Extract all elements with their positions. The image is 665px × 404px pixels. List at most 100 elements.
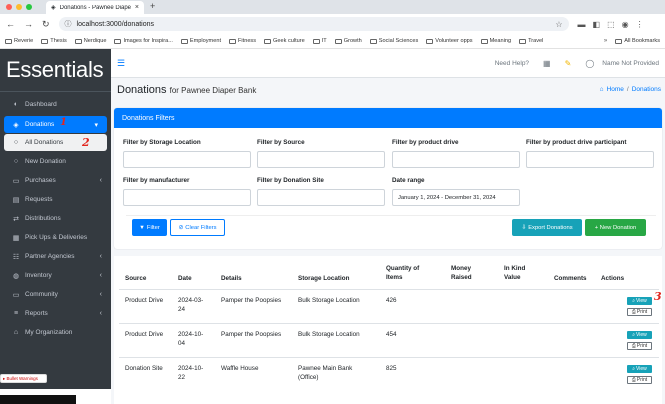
sidebar-item-purchases[interactable]: ▭ Purchases ‹ (0, 171, 111, 190)
user-avatar-icon[interactable]: ◯ (585, 59, 594, 68)
folder-icon (519, 38, 527, 44)
browser-menu-icon[interactable]: ⋮ (636, 20, 644, 29)
back-icon[interactable]: ← (6, 19, 15, 29)
sidebar-item-label: Partner Agencies (25, 253, 75, 260)
folder-icon (264, 38, 272, 44)
sidebar-item-new-donation[interactable]: ○ New Donation (0, 152, 111, 171)
view-button[interactable]: ⌕ View (627, 365, 652, 373)
address-bar-row: ← → ↻ ⓘ localhost:3000/donations ☆ ▬ ◧ ⬚… (0, 14, 665, 34)
folder-icon (5, 38, 12, 44)
sidebar-item-reports[interactable]: ≡ Reports ‹ (0, 304, 111, 323)
clear-filters-button[interactable]: ⊘ Clear Filters (170, 219, 225, 236)
bookmark-folder[interactable]: Fitness (229, 38, 256, 44)
bookmark-folder[interactable]: Geek culture (264, 38, 305, 44)
bookmark-folder[interactable]: Nerdique (74, 38, 106, 44)
bookmark-folder[interactable]: Social Sciences (369, 38, 418, 44)
sidebar-item-pickups[interactable]: ▦ Pick Ups & Deliveries (0, 228, 111, 247)
date-range-input[interactable]: January 1, 2024 - December 31, 2024 (392, 189, 520, 206)
bookmark-label: Reverie (14, 38, 34, 44)
donation-site-select[interactable] (257, 189, 385, 206)
bookmark-folder[interactable]: Images for Inspira... (114, 38, 173, 44)
bookmarks-overflow-icon[interactable]: » (604, 38, 607, 44)
cell-details: Pamper the Poopsies (221, 297, 282, 304)
view-button[interactable]: ⌕ View (627, 297, 652, 305)
product-drive-participant-select[interactable] (526, 151, 654, 168)
view-label: View (636, 298, 647, 304)
extension-icon[interactable]: ◧ (593, 20, 601, 29)
storage-location-select[interactable] (123, 151, 251, 168)
bookmark-folder[interactable]: Growth (334, 38, 362, 44)
bookmark-folder[interactable]: Travel (519, 38, 543, 44)
close-window-button[interactable] (6, 4, 12, 10)
bookmark-folder[interactable]: IT (312, 38, 327, 44)
cell-date: 2024-10-22 (178, 365, 204, 381)
tab-title: Donations - Pawnee Diaper B (59, 4, 131, 11)
source-select[interactable] (257, 151, 385, 168)
sidebar-item-community[interactable]: ▭ Community ‹ (0, 285, 111, 304)
filter-icon: ▼ (139, 224, 145, 231)
cell-details: Pamper the Poopsies (221, 331, 282, 338)
browser-tab[interactable]: ◈ Donations - Pawnee Diaper B × (46, 1, 144, 14)
sidebar-item-inventory[interactable]: ◍ Inventory ‹ (0, 266, 111, 285)
sidebar-item-label: Donations (25, 121, 55, 128)
view-button[interactable]: ⌕ View (627, 331, 652, 339)
sidebar-item-donations[interactable]: ◈ Donations ▾ (4, 116, 107, 133)
need-help-link[interactable]: Need Help? (495, 60, 529, 67)
sidebar-item-all-donations[interactable]: ○ All Donations (4, 134, 107, 151)
folder-icon (334, 38, 342, 44)
breadcrumb: ⌂ Home / Donations (600, 86, 661, 93)
manufacturer-select[interactable] (123, 189, 251, 206)
forward-icon[interactable]: → (24, 19, 33, 29)
minimize-window-button[interactable] (16, 4, 22, 10)
print-button[interactable]: ⎙ Print (627, 376, 652, 384)
brand-logo[interactable]: Essentials (0, 49, 111, 92)
close-tab-icon[interactable]: × (135, 4, 139, 11)
cell-storage: Bulk Storage Location (298, 297, 360, 304)
bookmark-folder[interactable]: Meaning (480, 38, 511, 44)
product-drive-select[interactable] (392, 151, 520, 168)
home-icon[interactable]: ⌂ (600, 86, 604, 93)
cell-quantity: 454 (386, 331, 397, 338)
extensions-puzzle-icon[interactable]: ⬚ (607, 20, 615, 29)
filter-label-manufacturer: Filter by manufacturer (123, 177, 190, 184)
sidebar-item-my-organization[interactable]: ⌂ My Organization (0, 323, 111, 342)
new-donation-button[interactable]: + New Donation (585, 219, 646, 236)
folder-icon (229, 38, 236, 44)
sidebar-item-distributions[interactable]: ⇄ Distributions (0, 209, 111, 228)
breadcrumb-home[interactable]: Home (607, 86, 624, 93)
print-icon: ⎙ (631, 377, 636, 383)
bookmark-star-icon[interactable]: ☆ (555, 20, 562, 29)
filter-button[interactable]: ▼ Filter (132, 219, 167, 236)
hamburger-menu-icon[interactable]: ☰ (117, 58, 125, 69)
reload-icon[interactable]: ↻ (42, 19, 50, 30)
all-bookmarks[interactable]: All Bookmarks (615, 38, 660, 44)
announcement-icon[interactable]: ✎ (565, 59, 572, 68)
folder-icon (312, 38, 320, 44)
breadcrumb-current[interactable]: Donations (632, 86, 661, 93)
bookmark-folder[interactable]: Volunteer opps (426, 38, 473, 44)
zoom-window-button[interactable] (26, 4, 32, 10)
tachometer-icon: ◐ (13, 101, 19, 108)
print-button[interactable]: ⎙ Print (627, 308, 652, 316)
donations-table: Source Date Details Storage Location Qua… (114, 256, 662, 404)
filter-label-product-drive: Filter by product drive (392, 139, 459, 146)
sidebar-item-requests[interactable]: ▤ Requests (0, 190, 111, 209)
url-input[interactable]: ⓘ localhost:3000/donations ☆ (58, 17, 569, 31)
chevron-left-icon: ‹ (99, 253, 102, 260)
site-info-icon[interactable]: ⓘ (65, 19, 72, 29)
bookmark-folder[interactable]: Thesis (41, 38, 67, 44)
bookmark-folder[interactable]: Employment (180, 38, 221, 44)
sidebar-item-dashboard[interactable]: ◐ Dashboard (0, 95, 111, 114)
sidebar-item-partner-agencies[interactable]: ☷ Partner Agencies ‹ (0, 247, 111, 266)
print-button[interactable]: ⎙ Print (627, 342, 652, 350)
export-donations-button[interactable]: ⇩ Export Donations (512, 219, 582, 236)
new-tab-icon[interactable]: + (150, 1, 155, 11)
bookmark-folder[interactable]: Reverie (5, 38, 33, 44)
grid-icon[interactable]: ▦ (543, 59, 551, 68)
extension-icon[interactable]: ▬ (578, 20, 586, 29)
download-icon: ⇩ (521, 224, 527, 231)
bullet-warnings-badge[interactable]: ▸ Bullet Warnings (0, 374, 47, 383)
folder-icon (114, 38, 122, 44)
user-name[interactable]: Name Not Provided (602, 60, 659, 67)
profile-icon[interactable]: ◉ (622, 20, 629, 29)
